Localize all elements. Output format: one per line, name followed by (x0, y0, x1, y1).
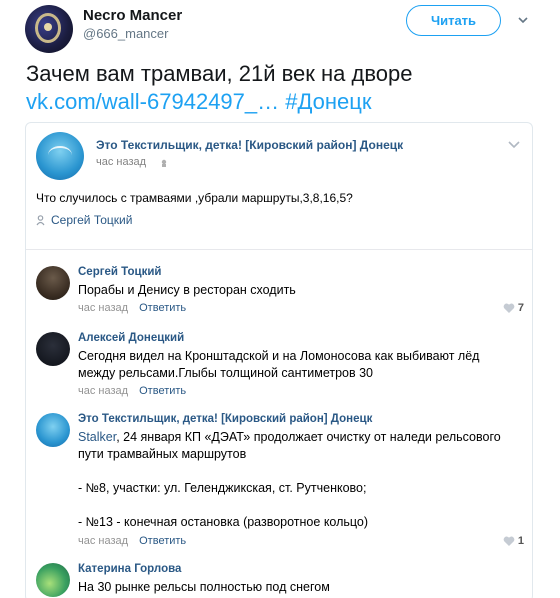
comment-author[interactable]: Алексей Донецкий (78, 332, 184, 344)
comment-time: час назад (78, 385, 129, 397)
comment-time: час назад (78, 302, 129, 314)
follow-button[interactable]: Читать (406, 5, 501, 36)
heart-icon (503, 536, 515, 546)
comment-author[interactable]: Это Текстильщик, детка! [Кировский район… (78, 413, 372, 425)
comment-text: Порабы и Денису в ресторан сходить (78, 283, 296, 297)
group-name[interactable]: Это Текстильщик, детка! [Кировский район… (96, 138, 403, 152)
reply-link[interactable]: Ответить (139, 385, 186, 397)
chevron-down-icon[interactable] (507, 140, 521, 150)
like-button[interactable]: 1 (503, 535, 524, 547)
avatar[interactable] (36, 332, 70, 366)
comment-text-part: , 24 января КП «ДЭАТ» продолжает очистку… (116, 430, 501, 444)
mention-link[interactable]: Stalker (78, 430, 116, 444)
reply-link[interactable]: Ответить (139, 302, 186, 314)
like-count: 7 (517, 302, 524, 314)
like-count: 1 (517, 535, 524, 547)
tweet-text: Зачем вам трамваи, 21й век на дворе vk.c… (26, 60, 546, 116)
comment-text-line: - №8, участки: ул. Геленджикская, ст. Ру… (78, 481, 367, 495)
comment-author[interactable]: Сергей Тоцкий (78, 266, 161, 278)
comment-meta: час назад Ответить (78, 302, 186, 314)
comment-meta: час назад Ответить (78, 535, 186, 547)
comment-meta: час назад Ответить (78, 385, 186, 397)
reply-link[interactable]: Ответить (139, 535, 186, 547)
divider (26, 249, 532, 250)
group-avatar[interactable] (36, 132, 84, 180)
heart-icon (503, 303, 515, 313)
comment-text: На 30 рынке рельсы полностью под снегом (78, 580, 330, 594)
comment-text-line: пути трамвайных маршрутов (78, 447, 247, 461)
tweet: Necro Mancer @666_mancer Читать Зачем ва… (0, 0, 560, 598)
tweet-hashtag[interactable]: #Донецк (285, 89, 371, 114)
user-avatar[interactable] (25, 5, 73, 53)
comment-text-line: - №13 - конечная остановка (разворотное … (78, 515, 369, 529)
avatar[interactable] (36, 563, 70, 597)
avatar[interactable] (36, 266, 70, 300)
post-body: Что случилось с трамваями ,убрали маршру… (36, 191, 353, 205)
user-handle[interactable]: @666_mancer (83, 26, 168, 41)
display-name[interactable]: Necro Mancer (83, 7, 182, 24)
post-author[interactable]: Сергей Тоцкий (36, 213, 132, 227)
tweet-link[interactable]: vk.com/wall-67942497_… (26, 89, 279, 114)
pin-icon (36, 214, 45, 225)
comment-text: Сегодня видел на Кронштадской и на Ломон… (78, 349, 480, 380)
comment-time: час назад (78, 535, 129, 547)
post-time: час назад (96, 156, 147, 168)
like-button[interactable]: 7 (503, 302, 524, 314)
avatar[interactable] (36, 413, 70, 447)
chevron-down-icon[interactable] (517, 14, 529, 26)
tweet-text-line: Зачем вам трамваи, 21й век на дворе (26, 61, 413, 86)
post-author-name[interactable]: Сергей Тоцкий (51, 213, 132, 227)
comment-author[interactable]: Катерина Горлова (78, 563, 181, 575)
embedded-post-card[interactable]: Это Текстильщик, детка! [Кировский район… (25, 122, 533, 598)
eye-icon (161, 159, 167, 167)
comment-text: Stalker, 24 января КП «ДЭАТ» продолжает … (78, 429, 518, 531)
